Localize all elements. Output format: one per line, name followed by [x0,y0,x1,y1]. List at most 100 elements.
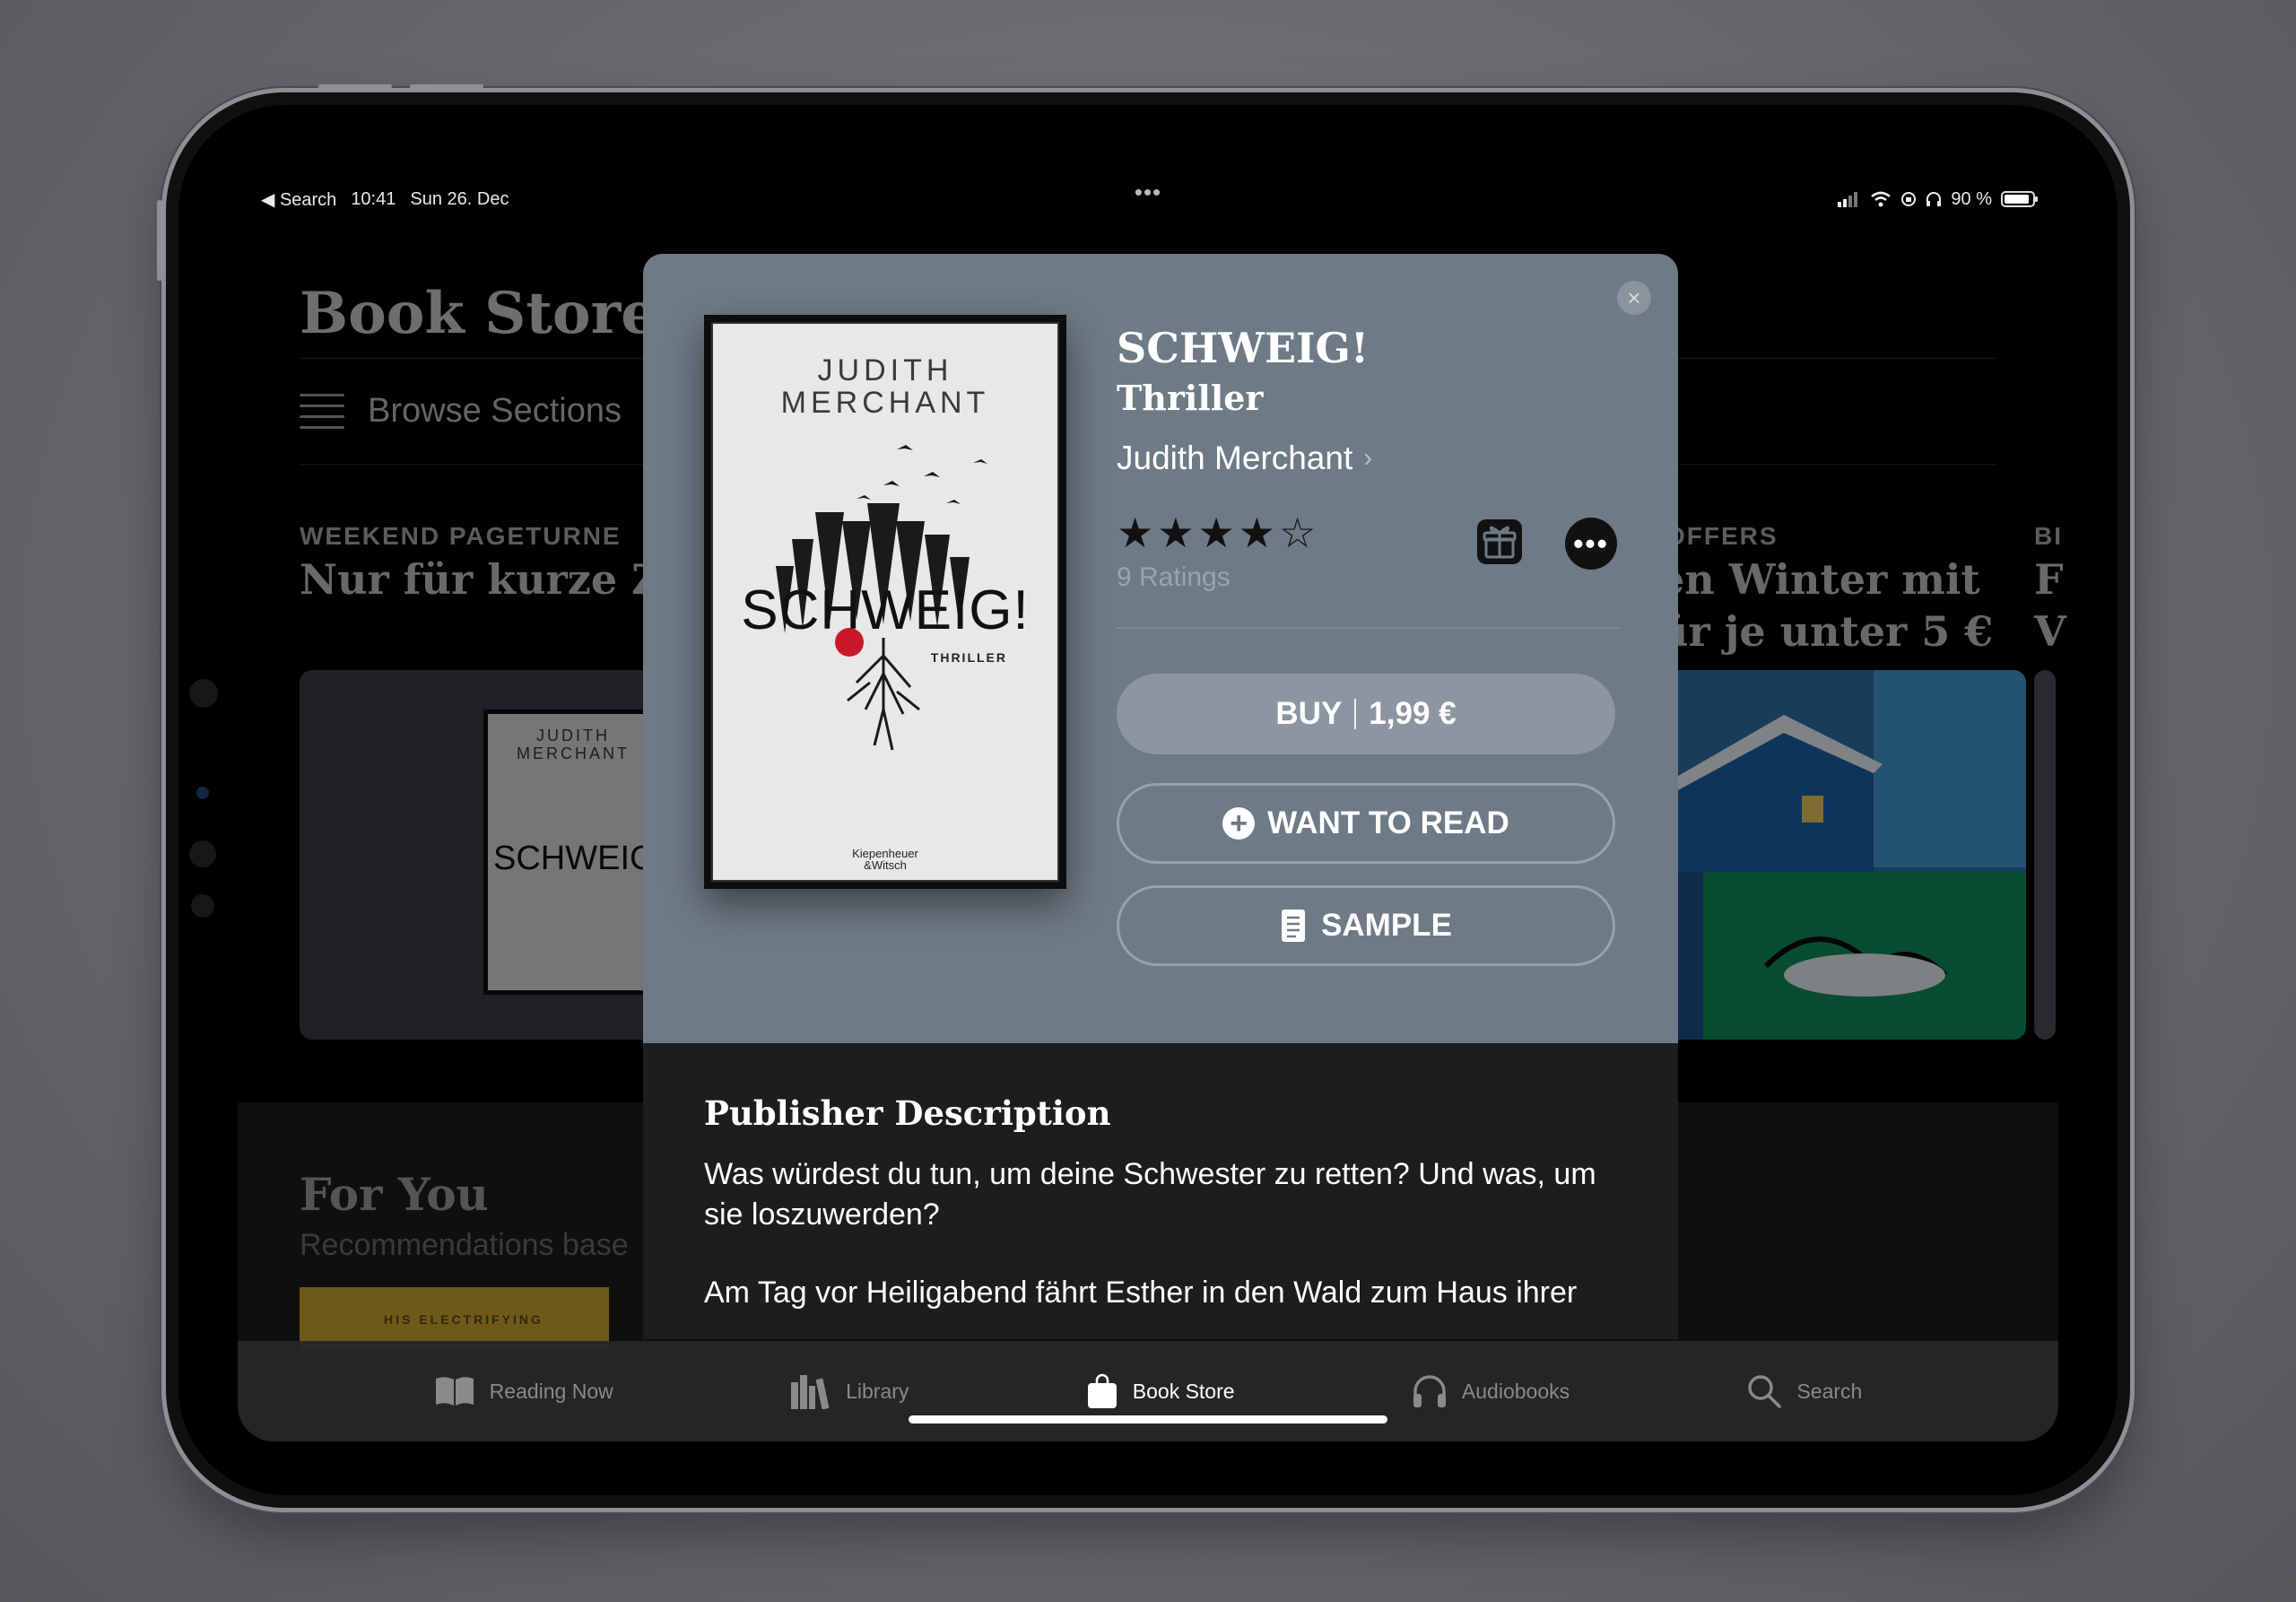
star-empty-icon: ☆ [1279,509,1317,556]
tab-search[interactable]: Search [1746,1373,1862,1409]
star-filled-icon: ★ [1197,509,1235,556]
sample-label: SAMPLE [1321,908,1452,943]
card-book-cover: JUDITH MERCHANT SCHWEIG! [483,710,666,995]
section-title-next-2: V [2034,607,2066,656]
section-title-offers-2: ür je unter 5 € [1658,607,1994,656]
section-title-weekend: Nur für kurze Ze [300,555,689,604]
wifi-icon [1871,191,1892,207]
top-button [318,84,392,89]
headphones-status-icon [1926,192,1942,206]
star-rating[interactable]: ★ ★ ★ ★ ☆ [1117,512,1619,553]
for-you-subtitle: Recommendations base [300,1228,629,1262]
top-button-2 [410,84,483,89]
tab-book-store[interactable]: Book Store [1086,1373,1235,1409]
publisher-description: Publisher Description Was würdest du tun… [704,1093,1628,1313]
multitasking-dots-icon[interactable]: ••• [1135,178,1161,206]
battery-percentage: 90 % [1951,188,1992,209]
ratings-count: 9 Ratings [1117,562,1231,592]
tab-bar: Reading Now Library Book Store Audiobook… [238,1341,2058,1441]
status-bar: ◀ Search 10:41 Sun 26. Dec ••• 90 % [261,178,2038,213]
tab-reading-now[interactable]: Reading Now [434,1375,613,1407]
chevron-right-icon: › [1363,443,1373,473]
book-open-icon [435,1377,474,1406]
description-paragraph: Was würdest du tun, um deine Schwester z… [704,1157,1596,1232]
for-you-book-strip-text: HIS ELECTRIFYING [384,1312,544,1327]
buy-button[interactable]: BUY 1,99 € [1117,674,1615,754]
close-button[interactable]: × [1617,281,1651,315]
book-title: SCHWEIG! [1117,324,1370,372]
book-detail-sheet: × JUDITH MERCHANT SCHWEIG! THRILLER Kiep… [643,254,1678,1339]
page-title: Book Store [300,280,657,347]
section-title-offers: en Winter mit [1658,555,1980,604]
sample-book-icon [1282,910,1306,942]
divider [1117,627,1619,629]
card-cover-author-2: MERCHANT [517,744,630,762]
volume-button [157,200,162,281]
tab-label-audiobooks: Audiobooks [1461,1379,1570,1403]
winter-illustration [1658,670,2026,1040]
want-to-read-label: WANT TO READ [1267,805,1509,840]
plus-circle-icon: + [1222,807,1256,840]
home-indicator[interactable] [909,1415,1387,1424]
tab-label-book-store: Book Store [1132,1379,1235,1403]
tab-library[interactable]: Library [790,1373,909,1409]
library-icon [791,1375,830,1409]
author-name: Judith Merchant [1117,440,1353,476]
gift-icon[interactable] [1475,518,1524,566]
star-filled-icon: ★ [1157,509,1195,556]
next-card-edge[interactable] [2034,670,2056,1040]
section-label-next: BI [2034,522,2063,550]
status-date: Sun 26. Dec [410,188,509,209]
browse-sections-button[interactable]: Browse Sections [300,392,622,431]
ipad-frame: Book Store Browse Sections WEEKEND PAGET… [157,84,2130,1508]
description-paragraph: Am Tag vor Heiligabend fährt Esther in d… [704,1276,1578,1310]
cellular-signal-icon [1838,192,1858,207]
shopping-bag-icon [1087,1373,1117,1408]
book-info: SCHWEIG! Thriller Judith Merchant › [1117,324,1619,477]
weekend-book-card[interactable]: JUDITH MERCHANT SCHWEIG! [300,670,676,1040]
headphones-icon [1413,1375,1446,1407]
status-time: 10:41 [351,188,396,209]
section-title-next: F [2034,555,2064,604]
rating-row: ★ ★ ★ ★ ☆ 9 Ratings ••• [1117,512,1619,593]
close-icon: × [1627,284,1641,311]
orientation-lock-icon [1901,192,1917,206]
back-to-search-link[interactable]: ◀ Search [261,188,336,211]
section-label-offers: OFFERS [1665,522,1779,550]
battery-icon [2001,191,2038,207]
cover-author-line1: JUDITH [817,353,953,387]
for-you-title: For You [300,1168,489,1221]
menu-lines-icon [300,393,344,430]
book-cover[interactable]: JUDITH MERCHANT SCHWEIG! THRILLER Kiepen… [704,315,1066,889]
star-filled-icon: ★ [1238,509,1275,556]
description-heading: Publisher Description [704,1093,1111,1133]
more-options-button[interactable]: ••• [1565,518,1617,570]
cover-title: SCHWEIG! [741,579,1030,641]
price-label: 1,99 € [1369,696,1457,731]
author-link[interactable]: Judith Merchant › [1117,440,1619,477]
sensor-dot [189,840,216,867]
offers-card[interactable] [1658,670,2026,1040]
screen: Book Store Browse Sections WEEKEND PAGET… [178,105,2118,1495]
camera-lens [196,787,209,799]
tab-label-library: Library [846,1379,909,1403]
buy-divider [1354,699,1357,729]
sample-button[interactable]: SAMPLE [1117,885,1615,966]
ellipsis-icon: ••• [1573,527,1609,560]
sensor-dot-2 [191,894,214,918]
cover-subtitle: THRILLER [930,650,1007,665]
book-genre: Thriller [1117,378,1264,418]
camera-dot [189,679,218,708]
magnifier-icon [1748,1375,1782,1408]
buy-label: BUY [1275,696,1343,731]
tab-label-reading-now: Reading Now [489,1379,613,1403]
cover-publisher-2: &Witsch [864,858,907,872]
card-cover-title: SCHWEIG! [493,840,666,877]
want-to-read-button[interactable]: + WANT TO READ [1117,783,1615,864]
browse-sections-label: Browse Sections [368,392,622,430]
tab-label-search: Search [1796,1379,1863,1403]
star-filled-icon: ★ [1117,509,1154,556]
card-cover-author: JUDITH [536,727,610,744]
section-label-weekend: WEEKEND PAGETURNE [300,522,622,550]
tab-audiobooks[interactable]: Audiobooks [1412,1373,1570,1409]
